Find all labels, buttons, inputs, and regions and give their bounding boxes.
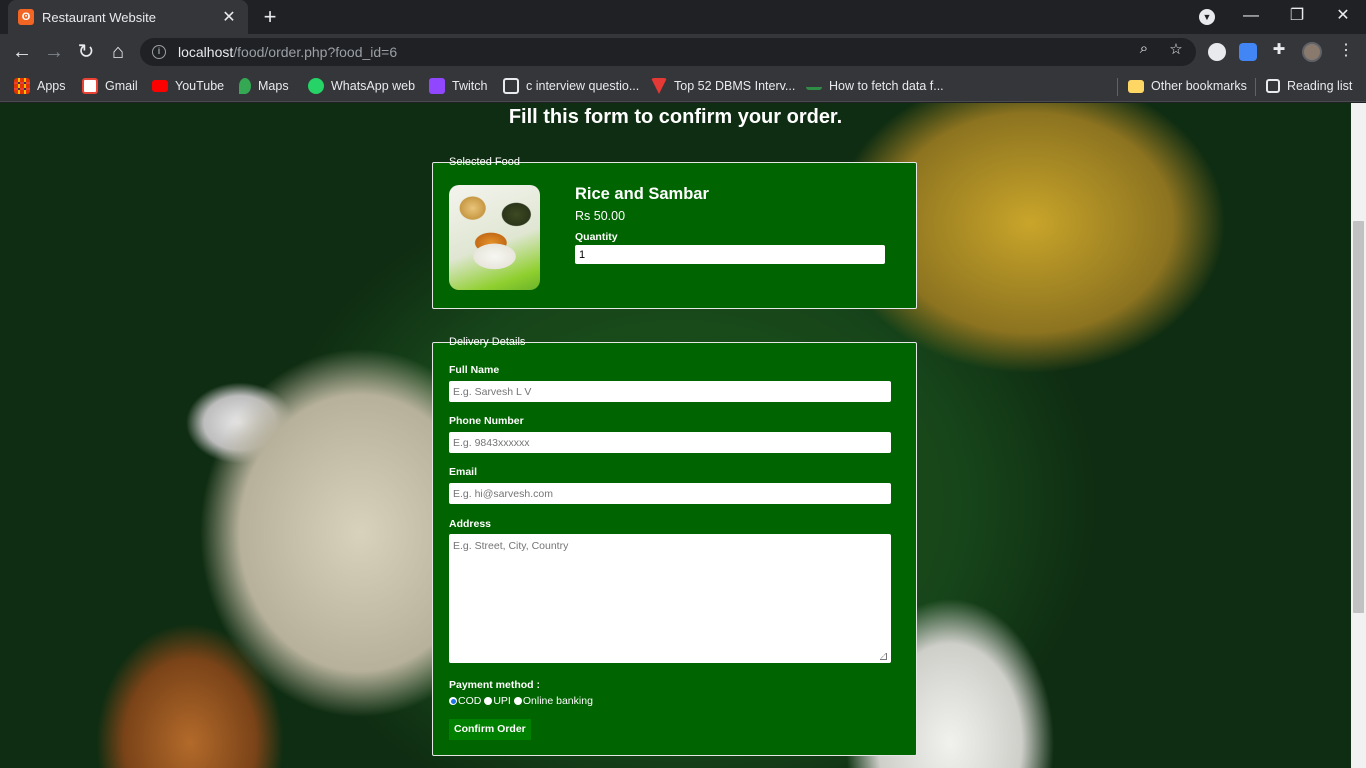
geeks-icon	[806, 82, 822, 90]
address-bar[interactable]: i localhost /food/order.php?food_id=6	[140, 38, 1196, 66]
food-name: Rice and Sambar	[575, 185, 709, 203]
home-icon[interactable]: ⌂	[106, 40, 130, 64]
folder-icon	[1128, 79, 1144, 93]
bookmark-apps[interactable]: Apps	[14, 76, 66, 96]
page-icon	[503, 78, 519, 94]
browser-tab-strip: ʘ Restaurant Website ✕ + ▼ — ❐ ✕	[0, 0, 1366, 34]
payment-method-label: Payment method :	[449, 679, 541, 691]
bookmark-youtube[interactable]: YouTube	[152, 76, 224, 96]
tab-title: Restaurant Website	[42, 9, 156, 25]
gmail-icon	[82, 78, 98, 94]
email-label: Email	[449, 466, 478, 478]
bookmark-fetch-data[interactable]: How to fetch data f...	[806, 76, 944, 96]
selected-food-legend: Selected Food	[449, 156, 520, 168]
reload-icon[interactable]: ↻	[74, 40, 98, 64]
reading-list-icon	[1266, 79, 1280, 93]
reading-list-label: Reading list	[1287, 79, 1353, 93]
browser-tab[interactable]: ʘ Restaurant Website ✕	[8, 0, 248, 34]
page-viewport: Fill this form to confirm your order. Se…	[0, 103, 1351, 768]
page-scrollbar[interactable]	[1351, 103, 1366, 768]
browser-toolbar: ← → ↻ ⌂ i localhost /food/order.php?food…	[0, 34, 1366, 70]
new-tab-icon[interactable]: +	[258, 5, 282, 29]
reading-list[interactable]: Reading list	[1266, 76, 1352, 96]
page-title: Fill this form to confirm your order.	[508, 106, 843, 128]
minimize-icon[interactable]: —	[1228, 0, 1274, 34]
textarea-resize-handle[interactable]	[880, 653, 889, 662]
forward-icon[interactable]: →	[42, 40, 66, 64]
back-icon[interactable]: ←	[10, 40, 34, 64]
close-window-icon[interactable]: ✕	[1320, 0, 1366, 34]
quantity-input[interactable]	[575, 245, 885, 264]
resize-grip-icon	[880, 653, 887, 660]
cod-radio[interactable]	[449, 697, 457, 705]
zoom-icon[interactable]: ⌕	[1136, 40, 1152, 57]
xampp-favicon-icon: ʘ	[18, 9, 34, 25]
extension-shield-icon[interactable]	[1208, 43, 1226, 61]
bookmark-label: WhatsApp web	[331, 79, 416, 93]
online-banking-radio[interactable]	[513, 697, 522, 705]
bookmark-label: c interview questio...	[526, 79, 640, 93]
google-translate-icon[interactable]	[1239, 43, 1257, 61]
site-info-icon[interactable]: i	[152, 45, 166, 59]
bookmark-label: Apps	[37, 79, 66, 93]
online-banking-label: Online banking	[522, 695, 593, 707]
payment-options: COD UPI Online banking	[449, 695, 593, 707]
email-input[interactable]	[449, 483, 891, 504]
whatsapp-icon	[308, 78, 324, 94]
bookmark-c-interview[interactable]: c interview questio...	[503, 76, 639, 96]
phone-label: Phone Number	[449, 415, 524, 427]
address-textarea[interactable]	[449, 534, 891, 663]
bookmark-gmail[interactable]: Gmail	[82, 76, 138, 96]
extensions-puzzle-icon[interactable]: ✚	[1271, 40, 1287, 58]
profile-avatar[interactable]	[1302, 42, 1322, 62]
full-name-label: Full Name	[449, 364, 500, 376]
twitch-icon	[429, 78, 445, 94]
upi-radio[interactable]	[484, 697, 493, 705]
full-name-input[interactable]	[449, 381, 891, 402]
delivery-details-legend: Delivery Details	[449, 336, 526, 348]
bookmark-label: YouTube	[175, 79, 225, 93]
scrollbar-thumb[interactable]	[1353, 221, 1364, 613]
bookmarks-bar: Apps Gmail YouTube Maps WhatsApp web Twi…	[0, 70, 1366, 102]
bookmark-twitch[interactable]: Twitch	[429, 76, 487, 96]
youtube-icon	[152, 80, 168, 92]
confirm-order-button[interactable]: Confirm Order	[449, 719, 531, 740]
food-price: Rs 50.00	[575, 209, 626, 223]
bookmark-whatsapp[interactable]: WhatsApp web	[308, 76, 415, 96]
cod-label: COD	[458, 695, 482, 707]
restore-icon[interactable]: ❐	[1274, 0, 1320, 34]
quantity-label: Quantity	[575, 231, 618, 243]
other-bookmarks-label: Other bookmarks	[1151, 79, 1247, 93]
apps-grid-icon	[14, 78, 30, 94]
bookmarks-divider	[1117, 78, 1118, 96]
bookmarks-divider	[1255, 78, 1256, 96]
maps-icon	[239, 78, 251, 94]
bookmark-label: Maps	[258, 79, 289, 93]
delivery-details-fieldset: Delivery Details Full Name Phone Number …	[432, 336, 917, 756]
food-image	[449, 185, 540, 290]
selected-food-fieldset: Selected Food Rice and Sambar Rs 50.00 Q…	[432, 156, 917, 309]
bookmark-label: Twitch	[452, 79, 488, 93]
browser-menu-icon[interactable]: ⋮	[1338, 40, 1354, 60]
close-tab-icon[interactable]: ✕	[220, 7, 238, 27]
other-bookmarks[interactable]: Other bookmarks	[1128, 76, 1247, 96]
bookmark-maps[interactable]: Maps	[239, 76, 289, 96]
bookmark-label: Gmail	[105, 79, 138, 93]
tab-search-icon[interactable]: ▼	[1199, 9, 1215, 25]
address-label: Address	[449, 518, 492, 530]
bookmark-star-icon[interactable]: ☆	[1168, 40, 1184, 58]
bookmark-label: Top 52 DBMS Interv...	[674, 79, 796, 93]
upi-label: UPI	[493, 695, 511, 707]
url-path: /food/order.php?food_id=6	[233, 44, 398, 60]
bookmark-label: How to fetch data f...	[829, 79, 944, 93]
url-host: localhost	[178, 44, 234, 60]
bookmark-dbms[interactable]: Top 52 DBMS Interv...	[651, 76, 795, 96]
guru-icon	[651, 78, 667, 94]
phone-input[interactable]	[449, 432, 891, 453]
